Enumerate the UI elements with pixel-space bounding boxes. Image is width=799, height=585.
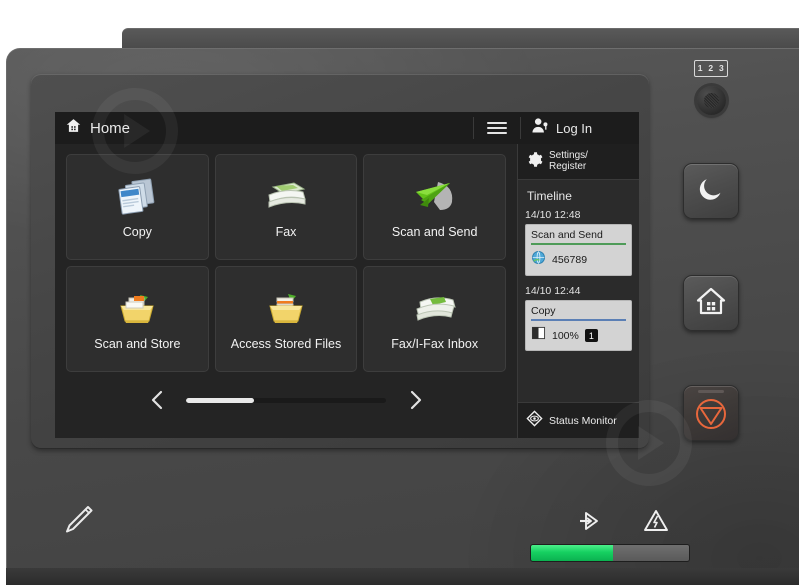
panel-bottom-edge	[6, 568, 799, 585]
timeline-card: Scan and Send 456789	[525, 224, 632, 276]
timeline-detail-row: 100% 1	[531, 326, 626, 345]
home-icon	[65, 117, 82, 139]
fax-machine-icon	[258, 175, 314, 219]
stop-triangle-icon	[694, 397, 728, 436]
timeline-list: 14/10 12:48 Scan and Send 456789 14/10 1…	[518, 209, 639, 351]
timeline-job-name: Scan and Send	[531, 229, 603, 241]
house-icon	[695, 285, 727, 322]
hamburger-menu-icon	[487, 119, 507, 137]
main-power-led	[530, 544, 690, 562]
pen-stylus-icon	[60, 502, 96, 538]
stop-button[interactable]	[683, 385, 739, 441]
timeline-sidebar: Settings/ Register Timeline 14/10 12:48 …	[517, 144, 639, 438]
home-label: Home	[90, 119, 131, 137]
gear-icon	[526, 151, 543, 173]
numeric-key-2: 2	[708, 63, 714, 74]
app-tile-label: Copy	[122, 224, 152, 239]
app-tile-fax[interactable]: Fax	[214, 154, 358, 260]
hamburger-menu-button[interactable]	[474, 112, 520, 144]
settings-register-label: Settings/ Register	[549, 149, 588, 172]
globe-network-icon	[531, 250, 546, 270]
data-processing-indicator	[578, 508, 604, 534]
timeline-timestamp: 14/10 12:48	[525, 209, 581, 221]
settings-register-button[interactable]: Settings/ Register	[518, 144, 639, 180]
home-breadcrumb: Home	[55, 112, 473, 144]
app-tile-label: Fax/I-Fax Inbox	[391, 336, 479, 351]
app-tile-label: Scan and Send	[391, 224, 478, 239]
home-button[interactable]	[683, 275, 739, 331]
numeric-key-1: 1	[697, 63, 703, 74]
app-tile-fax-ifax-inbox[interactable]: Fax/I-Fax Inbox	[363, 266, 506, 372]
page-progress-bar[interactable]	[186, 397, 386, 403]
app-tile-copy[interactable]: Copy	[66, 154, 209, 260]
numeric-keypad-dial[interactable]	[697, 86, 726, 115]
user-login-icon	[531, 117, 550, 139]
chevron-left-icon[interactable]	[146, 389, 168, 411]
stop-button-notch	[698, 390, 724, 393]
timeline-accent-rule	[531, 319, 626, 321]
printer-control-panel: Home Log In Copy Fax Scan and Send Scan …	[0, 0, 799, 585]
access-stored-files-box-icon	[258, 287, 314, 331]
status-monitor-label: Status Monitor	[549, 414, 617, 427]
app-tile-scan-and-store[interactable]: Scan and Store	[66, 266, 209, 372]
fax-inbox-icon	[407, 287, 463, 331]
timeline-accent-rule	[531, 243, 626, 245]
app-tile-access-stored-files[interactable]: Access Stored Files	[214, 266, 358, 372]
energy-saver-button[interactable]	[683, 163, 739, 219]
status-monitor-diamond-icon	[526, 409, 543, 432]
led-lit-segment	[531, 545, 614, 561]
timeline-timestamp: 14/10 12:44	[525, 285, 581, 297]
app-tile-grid: Copy Fax Scan and Send Scan and Store Ac…	[66, 154, 506, 372]
timeline-title: Timeline	[527, 189, 572, 203]
app-grid-area: Copy Fax Scan and Send Scan and Store Ac…	[55, 144, 517, 438]
numeric-key-3: 3	[719, 63, 725, 74]
timeline-copy-count-badge: 1	[584, 329, 598, 342]
touchscreen[interactable]: Home Log In Copy Fax Scan and Send Scan …	[55, 112, 639, 438]
timeline-entry[interactable]: 14/10 12:48 Scan and Send 456789	[525, 209, 632, 276]
login-label: Log In	[556, 120, 593, 136]
copy-documents-icon	[109, 175, 165, 219]
login-button[interactable]: Log In	[521, 112, 639, 144]
status-monitor-button[interactable]: Status Monitor	[518, 402, 639, 438]
timeline-detail-value: 100%	[552, 329, 579, 342]
timeline-job-name: Copy	[531, 305, 556, 317]
scan-send-paperplane-icon	[407, 175, 463, 219]
app-tile-scan-and-send[interactable]: Scan and Send	[363, 154, 506, 260]
screen-top-bar: Home Log In	[55, 112, 639, 144]
app-tile-label: Scan and Store	[94, 336, 181, 351]
timeline-detail-value: 456789	[552, 254, 588, 266]
numeric-keys-label: 1 2 3	[694, 60, 728, 77]
scan-store-box-icon	[109, 287, 165, 331]
app-page-controls	[66, 380, 506, 420]
contrast-icon	[531, 326, 546, 345]
chevron-right-icon[interactable]	[404, 389, 426, 411]
timeline-entry[interactable]: 14/10 12:44 Copy 100% 1	[525, 285, 632, 351]
error-indicator	[643, 508, 669, 534]
timeline-card: Copy 100% 1	[525, 300, 632, 351]
moon-icon	[696, 174, 726, 209]
app-tile-label: Fax	[275, 224, 297, 239]
timeline-detail-row: 456789	[531, 250, 626, 270]
led-dim-segment	[613, 545, 689, 561]
app-tile-label: Access Stored Files	[230, 336, 342, 351]
